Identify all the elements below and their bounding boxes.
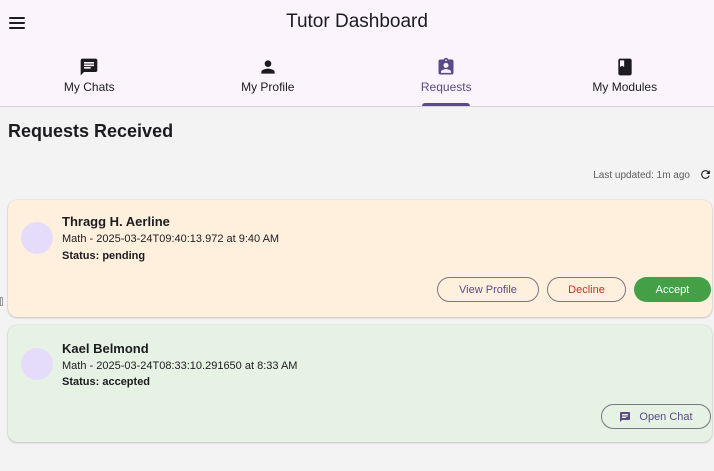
request-card-accepted: Kael Belmond Math - 2025-03-24T08:33:10.… (8, 325, 712, 442)
view-profile-button[interactable]: View Profile (437, 277, 539, 302)
tab-label: My Profile (241, 80, 295, 94)
app-bar: Tutor Dashboard My Chats My Profile Requ… (0, 0, 714, 107)
clipboard-person-icon (438, 57, 454, 75)
accept-button[interactable]: Accept (634, 277, 711, 302)
request-detail: Math - 2025-03-24T08:33:10.291650 at 8:3… (62, 360, 298, 372)
section-heading: Requests Received (8, 121, 174, 141)
decline-button[interactable]: Decline (547, 277, 626, 302)
request-detail: Math - 2025-03-24T09:40:13.972 at 9:40 A… (62, 233, 280, 245)
tab-label: My Chats (63, 80, 115, 94)
status-badge: Status: pending (62, 250, 146, 262)
edge-handle (0, 297, 3, 306)
tab-label: My Modules (592, 80, 658, 94)
refresh-icon[interactable] (699, 168, 712, 181)
request-card-pending: Thragg H. Aerline Math - 2025-03-24T09:4… (8, 200, 712, 317)
open-chat-button[interactable]: Open Chat (601, 404, 711, 429)
open-chat-label: Open Chat (639, 410, 693, 423)
page-header-title: Tutor Dashboard (286, 11, 428, 32)
chat-icon (620, 411, 631, 422)
requester-name: Kael Belmond (62, 341, 149, 356)
person-icon (261, 60, 275, 74)
book-icon (618, 58, 632, 76)
tab-label: Requests (420, 80, 472, 94)
status-badge: Status: accepted (62, 376, 151, 388)
avatar (21, 222, 53, 254)
chat-icon (80, 58, 98, 76)
tab-my-profile[interactable]: My Profile (179, 52, 358, 106)
tab-my-modules[interactable]: My Modules (536, 52, 714, 106)
active-tab-indicator (422, 103, 471, 106)
tab-bar: My Chats My Profile Requests My Modules (0, 52, 714, 106)
last-updated-text: Last updated: 1m ago (593, 170, 690, 181)
tab-my-chats[interactable]: My Chats (0, 52, 179, 106)
tab-requests[interactable]: Requests (357, 52, 536, 106)
requester-name: Thragg H. Aerline (62, 214, 170, 229)
avatar (21, 348, 53, 380)
